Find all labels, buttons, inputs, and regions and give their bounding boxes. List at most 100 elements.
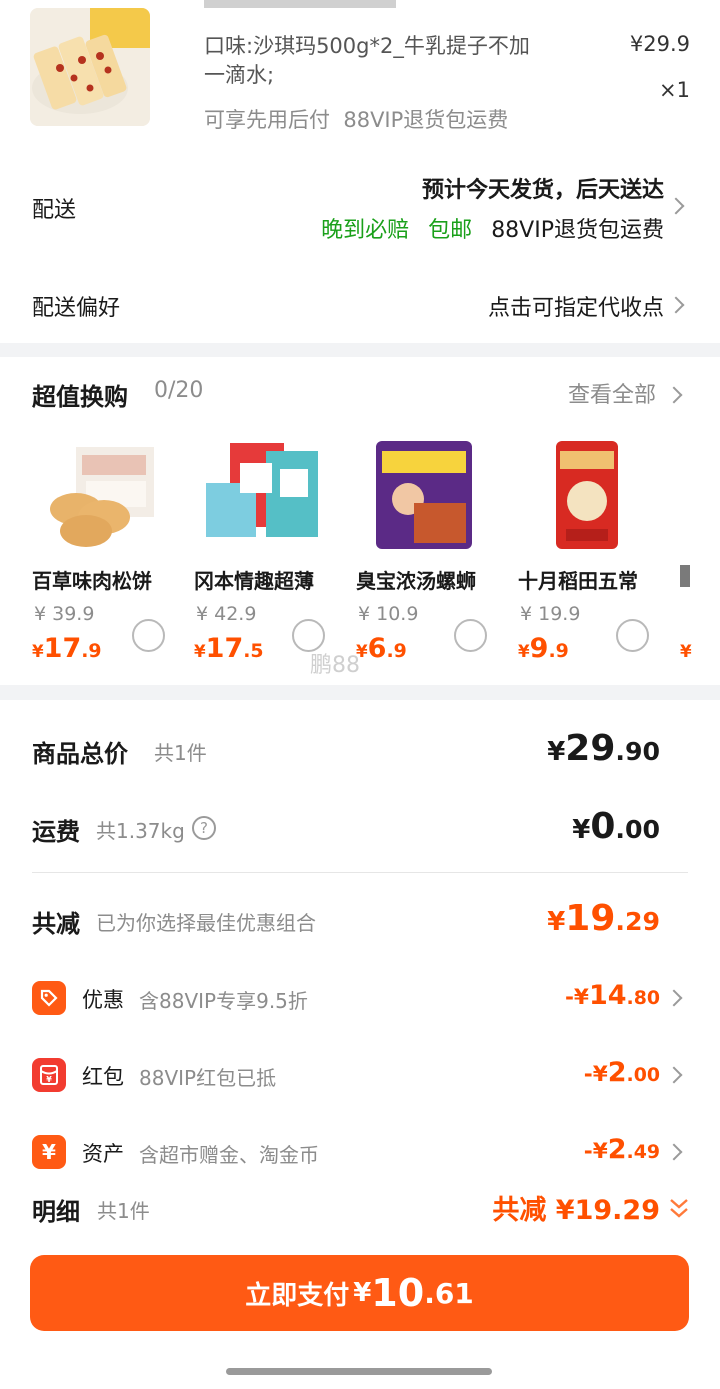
delivery-pref-value: 点击可指定代收点	[487, 296, 664, 321]
product-title-cut	[204, 0, 524, 8]
yen-symbol: ¥	[680, 641, 692, 661]
exchange-item-orig-price: ¥ 42.9	[196, 603, 257, 625]
total-count: 共1件	[154, 741, 207, 765]
exchange-item-name-partial	[680, 565, 690, 587]
reduce-desc: 已为你选择最佳优惠组合	[96, 911, 316, 935]
tag-icon	[32, 981, 66, 1015]
product-variant-line1: 口味:沙琪玛500g*2_牛乳提子不加	[204, 34, 530, 58]
delivery-label: 配送	[32, 198, 77, 223]
discount-sign: -¥	[583, 1139, 608, 1164]
double-chevron-down-icon[interactable]	[668, 1196, 690, 1222]
exchange-item-price: ¥17.9	[32, 633, 102, 664]
discount-int: 14	[588, 980, 627, 1011]
shipping-dec: .00	[615, 815, 660, 844]
product-perks: 可享先用后付 88VIP退货包运费	[204, 108, 509, 132]
shipping-weight: 共1.37kg	[96, 819, 185, 843]
total-label: 商品总价	[32, 740, 128, 768]
delivery-pref-label: 配送偏好	[32, 296, 121, 321]
detail-count: 共1件	[97, 1199, 150, 1223]
detail-bar[interactable]: 明细 共1件 共减 ¥19.29	[0, 1186, 720, 1236]
exchange-item[interactable]: 十月稻田五常 ¥ 19.9 ¥9.9	[518, 437, 668, 677]
total-dec: .90	[615, 737, 660, 766]
exchange-item-price-partial: ¥	[680, 633, 692, 664]
discount-row[interactable]: ¥ 红包 88VIP红包已抵 -¥2.00	[0, 1053, 720, 1097]
total-amount: ¥29.90	[547, 728, 660, 769]
discount-int: 2	[607, 1134, 627, 1165]
delivery-row[interactable]: 配送 预计今天发货，后天送达 晚到必赔 包邮 88VIP退货包运费	[0, 160, 720, 260]
rice-bag-image	[556, 441, 618, 549]
delivery-chevron-icon	[667, 197, 685, 215]
discount-chevron-icon	[665, 1066, 683, 1084]
pay-yen: ¥	[353, 1278, 372, 1308]
exchange-item-name: 十月稻田五常	[518, 569, 638, 593]
tag-return-shipping: 88VIP退货包运费	[491, 218, 664, 243]
info-circle-icon[interactable]: ?	[192, 816, 216, 840]
price-dec: .5	[243, 640, 264, 662]
discount-label: 优惠	[82, 988, 124, 1012]
pay-label: 立即支付	[245, 1280, 350, 1311]
exchange-item[interactable]: 冈本情趣超薄 ¥ 42.9 ¥17.5	[194, 437, 344, 677]
discount-sign: -¥	[564, 985, 589, 1010]
reduce-int: 19	[565, 898, 616, 939]
discount-desc: 含88VIP专享9.5折	[139, 989, 308, 1013]
exchange-item[interactable]: 臭宝浓汤螺蛳 ¥ 10.9 ¥6.9	[356, 437, 506, 677]
exchange-view-all-chevron-icon	[665, 386, 683, 404]
price-dec: .9	[81, 640, 102, 662]
product-quantity[interactable]: ×1	[659, 78, 690, 102]
exchange-item[interactable]: 百草味肉松饼 ¥ 39.9 ¥17.9	[32, 437, 182, 677]
yen-symbol: ¥	[194, 641, 206, 661]
discount-dec: .49	[626, 1141, 660, 1163]
discount-chevron-icon	[665, 989, 683, 1007]
home-indicator	[226, 1368, 492, 1375]
yen-symbol: ¥	[572, 815, 591, 845]
price-dec: .9	[386, 640, 407, 662]
pay-now-button[interactable]: 立即支付 ¥ 10 .61	[30, 1255, 689, 1331]
discount-dec: .80	[626, 987, 660, 1009]
reduce-label: 共减	[32, 910, 80, 938]
exchange-select-radio[interactable]	[616, 619, 649, 652]
discount-int: 2	[607, 1057, 627, 1088]
discount-row[interactable]: ¥ 资产 含超市赠金、淘金币 -¥2.49	[0, 1130, 720, 1174]
price-dec: .9	[548, 640, 569, 662]
price-int: 9	[529, 633, 549, 664]
exchange-item-name: 冈本情趣超薄	[194, 569, 314, 593]
discount-desc: 含超市赠金、淘金币	[139, 1143, 319, 1167]
detail-label: 明细	[32, 1198, 80, 1226]
exchange-view-all[interactable]: 查看全部	[568, 377, 656, 409]
discount-label: 红包	[82, 1065, 124, 1089]
exchange-item-name: 臭宝浓汤螺蛳	[356, 569, 476, 593]
discount-dec: .00	[626, 1064, 660, 1086]
product-variant[interactable]: 口味:沙琪玛500g*2_牛乳提子不加 一滴水;	[204, 32, 584, 90]
product-thumbnail[interactable]	[30, 8, 150, 126]
yen-symbol: ¥	[32, 641, 44, 661]
delivery-preference-row[interactable]: 配送偏好 点击可指定代收点	[0, 282, 720, 332]
discount-row[interactable]: 优惠 含88VIP专享9.5折 -¥14.80	[0, 976, 720, 1020]
exchange-item-orig-price: ¥ 39.9	[34, 603, 95, 625]
discount-label: 资产	[82, 1142, 124, 1166]
tag-free-shipping: 包邮	[428, 218, 473, 243]
reduce-amount: ¥19.29	[547, 898, 660, 939]
discount-amount: -¥2.00	[584, 1057, 660, 1088]
noodle-bag-image	[376, 441, 472, 549]
divider	[32, 872, 688, 873]
shipping-amount: ¥0.00	[572, 806, 660, 847]
discount-amount: -¥2.49	[584, 1134, 660, 1165]
exchange-item-price: ¥6.9	[356, 633, 407, 664]
exchange-item-price: ¥17.5	[194, 633, 264, 664]
watermark: 鹏88	[310, 653, 360, 678]
exchange-item-partial[interactable]: ¥	[680, 437, 720, 677]
exchange-item-orig-price: ¥ 10.9	[358, 603, 419, 625]
shipping-int: 0	[590, 806, 616, 847]
delivery-pref-chevron-icon	[667, 296, 685, 314]
yen-symbol: ¥	[518, 641, 530, 661]
exchange-select-radio[interactable]	[132, 619, 165, 652]
condom-box-image	[206, 443, 318, 537]
discount-amount: -¥14.80	[565, 980, 660, 1011]
discount-desc: 88VIP红包已抵	[139, 1066, 277, 1090]
detail-reduce: 共减 ¥19.29	[492, 1195, 660, 1226]
yen-symbol: ¥	[547, 737, 566, 767]
yen-icon: ¥	[32, 1135, 66, 1169]
discount-sign: -¥	[583, 1062, 608, 1087]
exchange-card: 超值换购 0/20 查看全部 百草味肉松饼 ¥ 39.9 ¥17.9 冈本情趣超…	[0, 357, 720, 685]
exchange-select-radio[interactable]	[454, 619, 487, 652]
